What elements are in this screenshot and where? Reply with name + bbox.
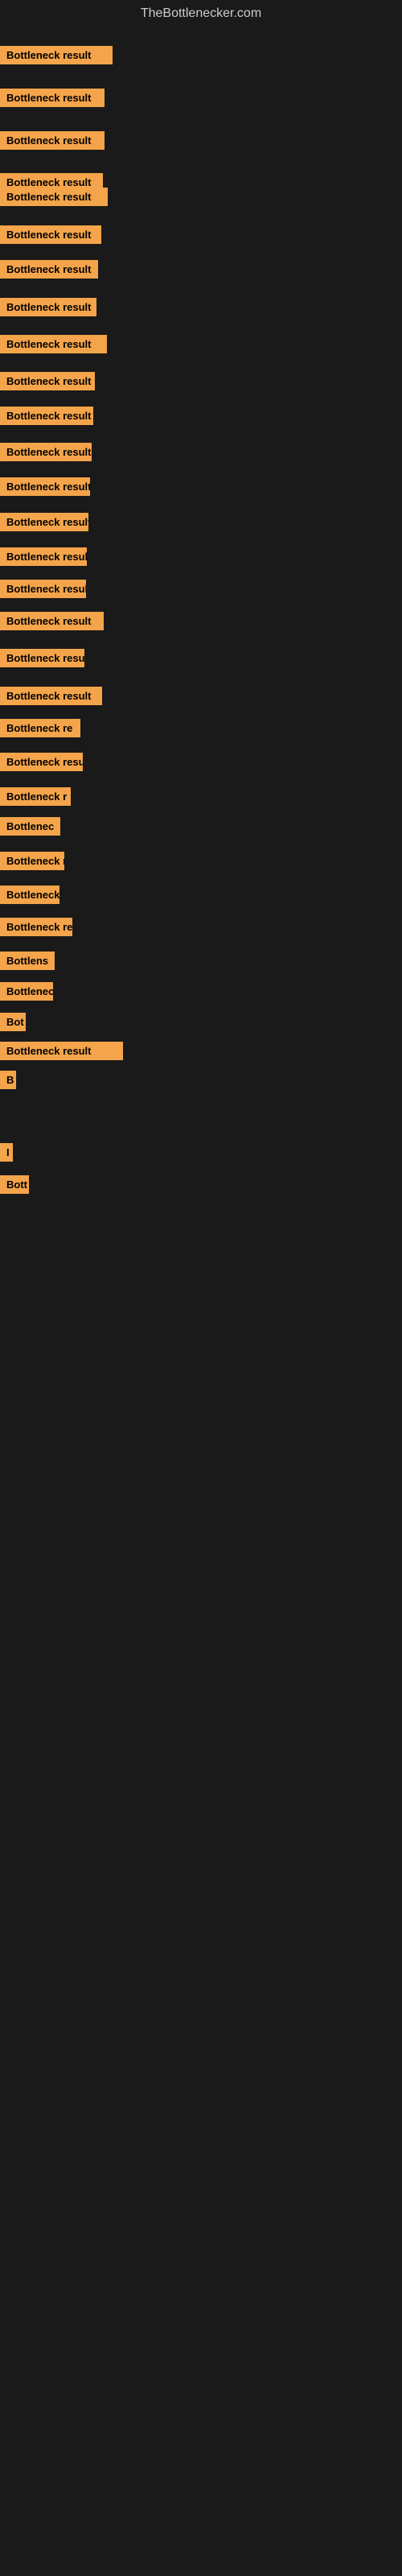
bottleneck-result-item: B [0,1071,16,1089]
bottleneck-result-item: Bottleneck result [0,443,92,461]
bottleneck-result-item: Bottleneck result [0,1042,123,1060]
bottleneck-result-item: Bottleneck result [0,407,93,425]
bottleneck-result-item: Bottleneck result [0,89,105,107]
bottleneck-result-item: I [0,1143,13,1162]
bottleneck-result-item: Bottleneck result [0,372,95,390]
bottleneck-result-item: Bottleneck r [0,787,71,806]
bottleneck-result-item: Bottlens [0,952,55,970]
bottleneck-result-item: Bottleneck [0,982,53,1001]
bottleneck-result-item: Bottleneck result [0,46,113,64]
bottleneck-result-item: Bottleneck result [0,612,104,630]
bottleneck-result-item: Bott [0,1175,29,1194]
bottleneck-result-item: Bottleneck result [0,753,83,771]
bottleneck-result-item: Bottleneck result [0,513,88,531]
bottleneck-result-item: Bottleneck result [0,649,84,667]
bottleneck-result-item: Bottleneck result [0,131,105,150]
bottleneck-result-item: Bottleneck res [0,918,72,936]
bottleneck-result-item: Bottleneck re [0,719,80,737]
bottleneck-result-item: Bottleneck result [0,188,108,206]
bottleneck-result-item: Bottleneck r [0,852,64,870]
bottleneck-result-item: Bot [0,1013,26,1031]
bottleneck-result-item: Bottleneck result [0,477,90,496]
bottleneck-result-item: Bottleneck result [0,547,87,566]
bottleneck-result-item: Bottleneck result [0,260,98,279]
bottleneck-result-item: Bottleneck result [0,298,96,316]
bottleneck-result-item: Bottleneck result [0,335,107,353]
bottleneck-result-item: Bottleneck result [0,580,86,598]
bottleneck-result-item: Bottlenec [0,817,60,836]
bottleneck-result-item: Bottleneck [0,886,59,904]
site-title: TheBottlenecker.com [0,0,402,27]
bottleneck-result-item: Bottleneck result [0,687,102,705]
bottleneck-result-item: Bottleneck result [0,225,101,244]
